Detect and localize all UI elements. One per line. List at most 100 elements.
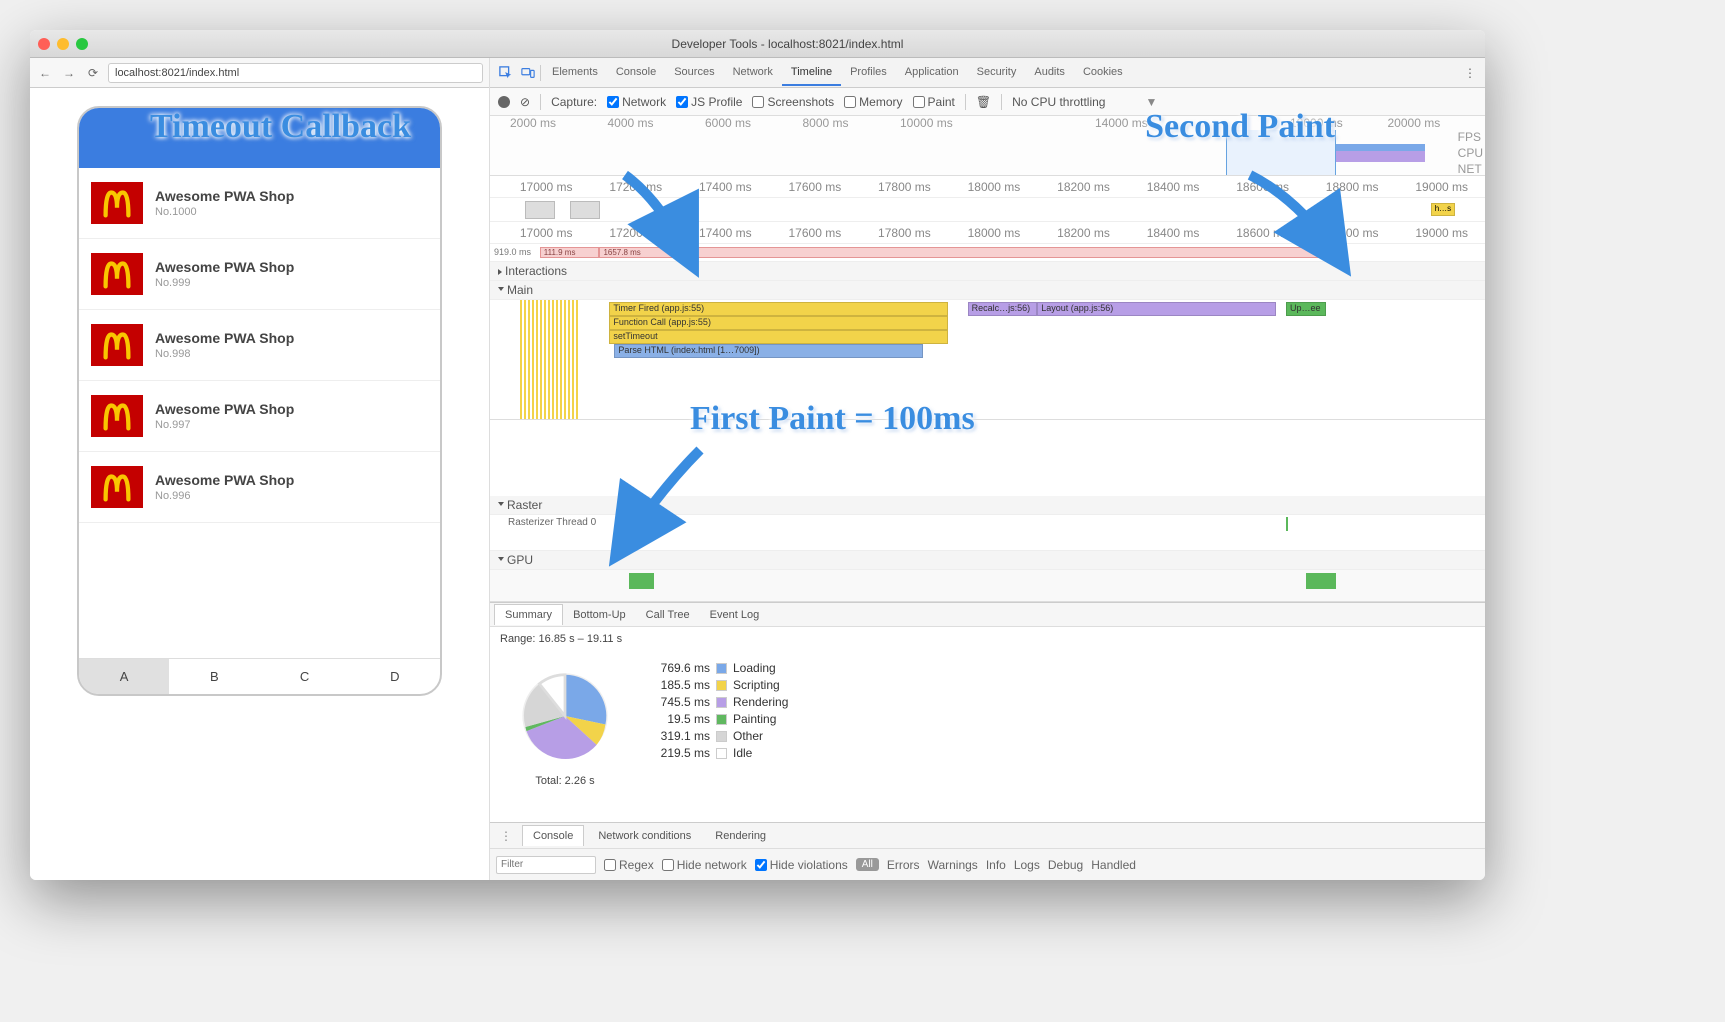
mcdonalds-logo-icon [91,253,143,295]
reload-icon[interactable]: ⟳ [84,64,102,82]
legend-row: 745.5 msRendering [650,695,788,709]
hide-violations-checkbox[interactable]: Hide violations [755,858,848,872]
flame-layout[interactable]: Layout (app.js:56) [1037,302,1276,316]
flame-update-tree[interactable]: Up…ee [1286,302,1326,316]
summary-total: Total: 2.26 s [535,775,594,787]
devtools-tab-audits[interactable]: Audits [1025,60,1074,86]
filter-input[interactable] [496,856,596,874]
devtools-tab-profiles[interactable]: Profiles [841,60,896,86]
summary-tab-call-tree[interactable]: Call Tree [636,605,700,625]
shop-list[interactable]: Awesome PWA ShopNo.1000 Awesome PWA Shop… [79,168,440,658]
log-level-logs[interactable]: Logs [1014,858,1040,872]
main-section[interactable]: Main [490,281,1485,300]
capture-memory-checkbox[interactable]: Memory [844,95,902,109]
drawer-menu-icon[interactable]: ⋮ [494,829,518,843]
log-level-errors[interactable]: Errors [887,858,920,872]
main-thread-flamegraph[interactable]: Timer Fired (app.js:55) Function Call (a… [490,300,1485,420]
devtools-tab-application[interactable]: Application [896,60,968,86]
capture-jsprofile-checkbox[interactable]: JS Profile [676,95,742,109]
devtools-tab-console[interactable]: Console [607,60,665,86]
forward-icon[interactable]: → [60,64,78,82]
shop-item[interactable]: Awesome PWA Shop No.997 [79,381,440,452]
shop-item[interactable]: Awesome PWA ShopNo.1000 [79,168,440,239]
drawer-tab-rendering[interactable]: Rendering [705,826,776,846]
flame-recalc[interactable]: Recalc…js:56) [968,302,1038,316]
devtools-tab-network[interactable]: Network [724,60,782,86]
devtools-tab-elements[interactable]: Elements [543,60,607,86]
overview-ruler: 2000 ms4000 ms6000 ms8000 ms10000 ms1400… [490,116,1485,130]
hide-network-checkbox[interactable]: Hide network [662,858,747,872]
timeline-overview[interactable]: 2000 ms4000 ms6000 ms8000 ms10000 ms1400… [490,116,1485,176]
shop-item[interactable]: Awesome PWA ShopNo.998 [79,310,440,381]
console-drawer: ⋮ Console Network conditions Rendering R… [490,822,1485,880]
shop-title: Awesome PWA Shop [155,259,294,275]
flame-timer-fired[interactable]: Timer Fired (app.js:55) [609,302,947,316]
overview-selection[interactable] [1226,130,1335,175]
legend-row: 19.5 msPainting [650,712,788,726]
inspect-icon[interactable] [496,63,516,83]
mcdonalds-logo-icon [91,182,143,224]
dropdown-icon: ▼ [1145,95,1157,109]
gpu-swim [490,570,1485,602]
close-icon[interactable] [38,38,50,50]
flame-function-call[interactable]: Function Call (app.js:55) [609,316,947,330]
capture-screenshots-checkbox[interactable]: Screenshots [752,95,834,109]
devtools-tab-cookies[interactable]: Cookies [1074,60,1132,86]
timeline-toolbar: ⊘ Capture: Network JS Profile Screenshot… [490,88,1485,116]
toggle-device-icon[interactable] [518,63,538,83]
shop-item[interactable]: Awesome PWA ShopNo.996 [79,452,440,523]
drawer-tab-console[interactable]: Console [522,825,584,846]
summary-range: Range: 16.85 s – 19.11 s [490,627,1485,651]
minimize-icon[interactable] [57,38,69,50]
flame-parse-html[interactable]: Parse HTML (index.html [1…7009]) [614,344,922,358]
back-icon[interactable]: ← [36,64,54,82]
alpha-tab-a[interactable]: A [79,659,169,694]
capture-network-checkbox[interactable]: Network [607,95,666,109]
log-level-handled[interactable]: Handled [1091,858,1136,872]
summary-tab-event-log[interactable]: Event Log [700,605,770,625]
interactions-section[interactable]: Interactions [490,262,1485,281]
shop-item[interactable]: Awesome PWA ShopNo.999 [79,239,440,310]
drawer-tab-network-conditions[interactable]: Network conditions [588,826,701,846]
alpha-tab-d[interactable]: D [350,659,440,694]
flame-settimeout[interactable]: setTimeout [609,330,947,344]
maximize-icon[interactable] [76,38,88,50]
browser-panel: ← → ⟳ localhost:8021/index.html Awesome … [30,58,490,880]
log-level-all[interactable]: All [856,858,879,871]
shop-title: Awesome PWA Shop [155,401,294,417]
detail-ruler-bottom: 17000 ms17200 ms17400 ms17600 ms17800 ms… [490,222,1485,244]
shop-subtitle: No.998 [155,348,294,360]
screenshot-strip: h…s [490,198,1485,222]
timeline-area: 2000 ms4000 ms6000 ms8000 ms10000 ms1400… [490,116,1485,822]
log-level-info[interactable]: Info [986,858,1006,872]
summary-tab-bottom-up[interactable]: Bottom-Up [563,605,636,625]
regex-checkbox[interactable]: Regex [604,858,654,872]
devtools-tab-sources[interactable]: Sources [665,60,723,86]
raster-thread-label: Rasterizer Thread 0 [490,515,1485,530]
gpu-section[interactable]: GPU [490,551,1485,570]
trash-icon[interactable]: 🗑 [976,95,991,109]
log-level-warnings[interactable]: Warnings [928,858,978,872]
devtools-tab-security[interactable]: Security [968,60,1026,86]
record-icon[interactable] [498,96,510,108]
url-input[interactable]: localhost:8021/index.html [108,63,483,83]
devtools-tab-timeline[interactable]: Timeline [782,60,841,86]
alpha-tab-c[interactable]: C [260,659,350,694]
capture-paint-checkbox[interactable]: Paint [913,95,955,109]
network-bar-2[interactable]: 1657.8 ms [599,247,1345,258]
throttling-select[interactable]: No CPU throttling [1012,95,1105,109]
hs-marker: h…s [1431,203,1455,216]
devtools-menu-icon[interactable]: ⋮ [1461,64,1479,82]
window-title: Developer Tools - localhost:8021/index.h… [98,37,1477,51]
clear-icon[interactable]: ⊘ [520,95,530,109]
legend-row: 185.5 msScripting [650,678,788,692]
titlebar: Developer Tools - localhost:8021/index.h… [30,30,1485,58]
log-level-debug[interactable]: Debug [1048,858,1083,872]
raster-section[interactable]: Raster [490,496,1485,515]
shop-subtitle: No.1000 [155,206,294,218]
alpha-tab-b[interactable]: B [169,659,259,694]
summary-panel: SummaryBottom-UpCall TreeEvent Log Range… [490,602,1485,822]
shop-subtitle: No.997 [155,419,294,431]
summary-tab-summary[interactable]: Summary [494,604,563,625]
network-bar-1[interactable]: 111.9 ms [540,247,600,258]
